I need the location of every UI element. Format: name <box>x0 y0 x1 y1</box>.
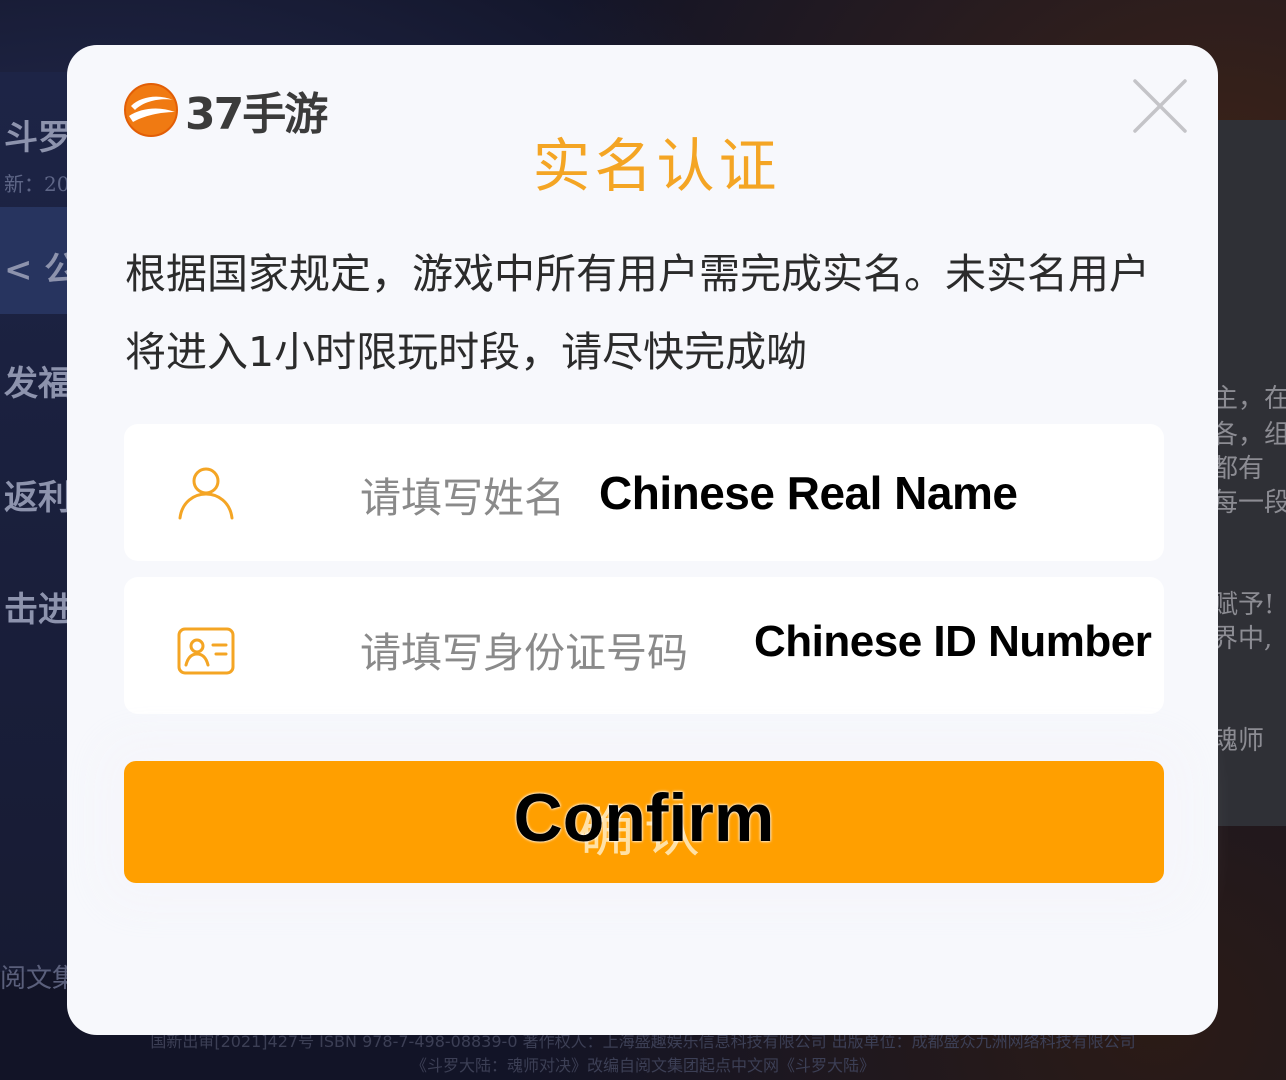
real-name-overlay-label: Chinese Real Name <box>599 467 1018 519</box>
confirm-button[interactable]: 确认 Confirm <box>124 761 1164 883</box>
real-name-input[interactable]: 请填写姓名 Chinese Real Name <box>124 424 1164 561</box>
background-left-item: 发福 <box>4 364 70 404</box>
background-right-line: 都有 <box>1212 454 1265 484</box>
background-left-subtitle: 新：20 <box>4 172 70 196</box>
real-name-verification-dialog: 37手游 实名认证 根据国家规定，游戏中所有用户需完成实名。未实名用户将进入1小… <box>67 45 1218 1035</box>
background-right-line: 界中, <box>1212 624 1273 654</box>
id-number-overlay-label: Chinese ID Number <box>754 617 1152 666</box>
background-left-item: 返利 <box>4 478 70 518</box>
background-left-item: 击进 <box>4 590 70 630</box>
real-name-placeholder: 请填写姓名 <box>360 474 565 522</box>
id-card-icon <box>177 627 235 675</box>
confirm-button-label: Confirm <box>513 780 775 856</box>
background-left-nav: < 公 <box>4 250 70 290</box>
background-right-line: 魂师 <box>1212 726 1265 756</box>
background-right-line: 每一段 <box>1212 488 1286 518</box>
dialog-title: 实名认证 <box>532 132 781 200</box>
background-footer-left-text: 阅文集 <box>0 964 70 994</box>
verification-notice: 根据国家规定，游戏中所有用户需完成实名。未实名用户将进入1小时限玩时段，请尽快完… <box>125 250 1150 376</box>
id-number-placeholder: 请填写身份证号码 <box>360 629 688 677</box>
user-icon <box>178 467 234 520</box>
background-right-line: 赋予! <box>1212 590 1275 620</box>
background-footer-line: 《斗罗大陆：魂师对决》改编自阅文集团起点中文网《斗罗大陆》 <box>410 1056 875 1075</box>
background-left-title: 斗罗 <box>4 118 70 158</box>
background-right-line: 主，在 <box>1212 384 1286 414</box>
background-right-line: 各，组 <box>1212 420 1286 450</box>
id-number-input[interactable]: 请填写身份证号码 Chinese ID Number <box>124 577 1164 714</box>
